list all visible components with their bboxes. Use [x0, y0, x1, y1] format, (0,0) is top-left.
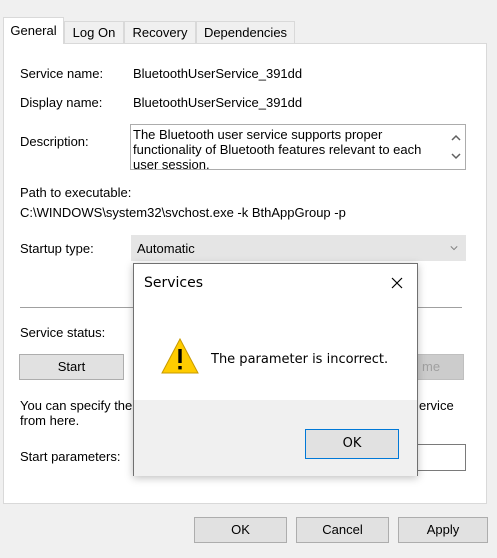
ok-button[interactable]: OK	[194, 517, 287, 543]
hint-text-line2: from here.	[20, 413, 80, 428]
start-params-label: Start parameters:	[20, 449, 121, 464]
hint-text-right: ervice	[419, 398, 454, 413]
description-label: Description:	[20, 134, 89, 149]
service-status-label: Service status:	[20, 325, 106, 340]
start-params-input[interactable]	[417, 444, 466, 471]
display-name-label: Display name:	[20, 95, 103, 110]
path-value: C:\WINDOWS\system32\svchost.exe -k BthAp…	[20, 205, 346, 220]
tab-general[interactable]: General	[3, 17, 64, 44]
description-scrollbar[interactable]	[447, 125, 465, 169]
scroll-up-icon[interactable]	[451, 133, 461, 143]
tab-recovery[interactable]: Recovery	[124, 21, 196, 43]
separator-right	[418, 307, 462, 308]
start-button[interactable]: Start	[19, 354, 124, 380]
display-name-value: BluetoothUserService_391dd	[133, 95, 303, 110]
startup-type-label: Startup type:	[20, 241, 94, 256]
service-name-label: Service name:	[20, 66, 104, 81]
dialog-footer: OK	[134, 400, 417, 476]
dialog-title: Services	[144, 275, 204, 291]
tab-log-on[interactable]: Log On	[64, 21, 124, 43]
tab-dependencies[interactable]: Dependencies	[196, 21, 295, 43]
hint-text-left: You can specify the	[20, 398, 133, 413]
path-label: Path to executable:	[20, 185, 132, 200]
scroll-down-icon[interactable]	[451, 151, 461, 161]
dialog-message: The parameter is incorrect.	[211, 352, 389, 367]
description-field[interactable]: The Bluetooth user service supports prop…	[130, 124, 466, 170]
startup-type-value: Automatic	[137, 241, 195, 256]
warning-icon	[161, 337, 199, 374]
separator	[20, 307, 133, 308]
error-dialog: Services The parameter is incorrect. OK	[133, 263, 418, 476]
resume-button[interactable]: me	[417, 354, 464, 380]
dialog-ok-button[interactable]: OK	[305, 429, 399, 459]
description-text: The Bluetooth user service supports prop…	[133, 127, 422, 170]
cancel-button[interactable]: Cancel	[296, 517, 389, 543]
chevron-down-icon	[450, 246, 458, 251]
service-name-value: BluetoothUserService_391dd	[133, 66, 303, 81]
startup-type-select[interactable]: Automatic	[131, 235, 466, 261]
close-icon[interactable]	[389, 275, 405, 291]
apply-button[interactable]: Apply	[398, 517, 488, 543]
